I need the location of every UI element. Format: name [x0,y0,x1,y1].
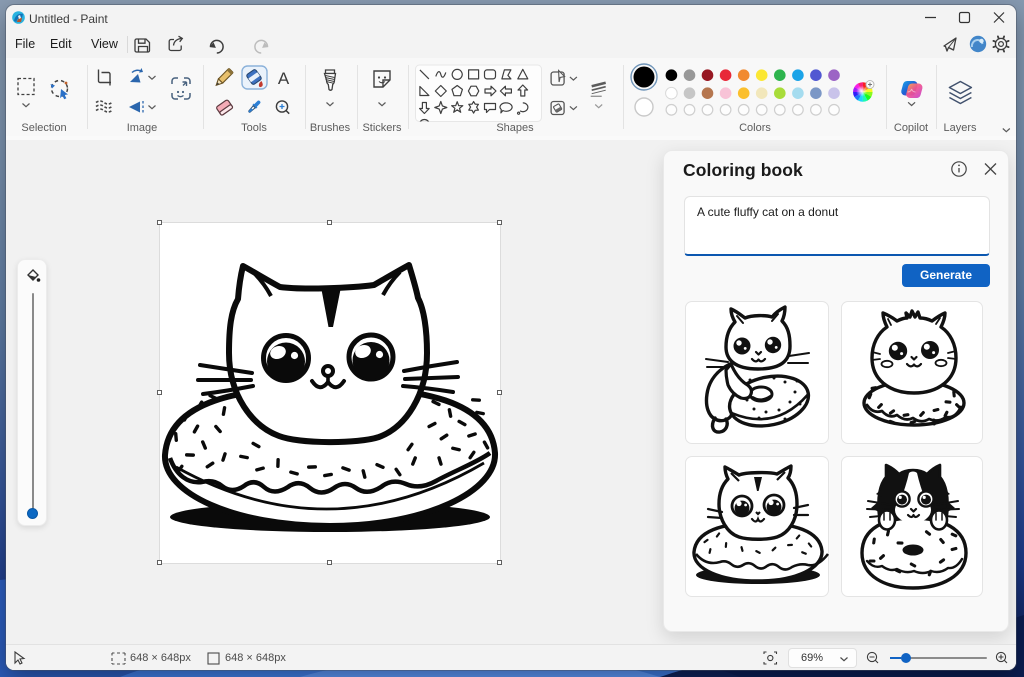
svg-text:A: A [278,69,290,88]
